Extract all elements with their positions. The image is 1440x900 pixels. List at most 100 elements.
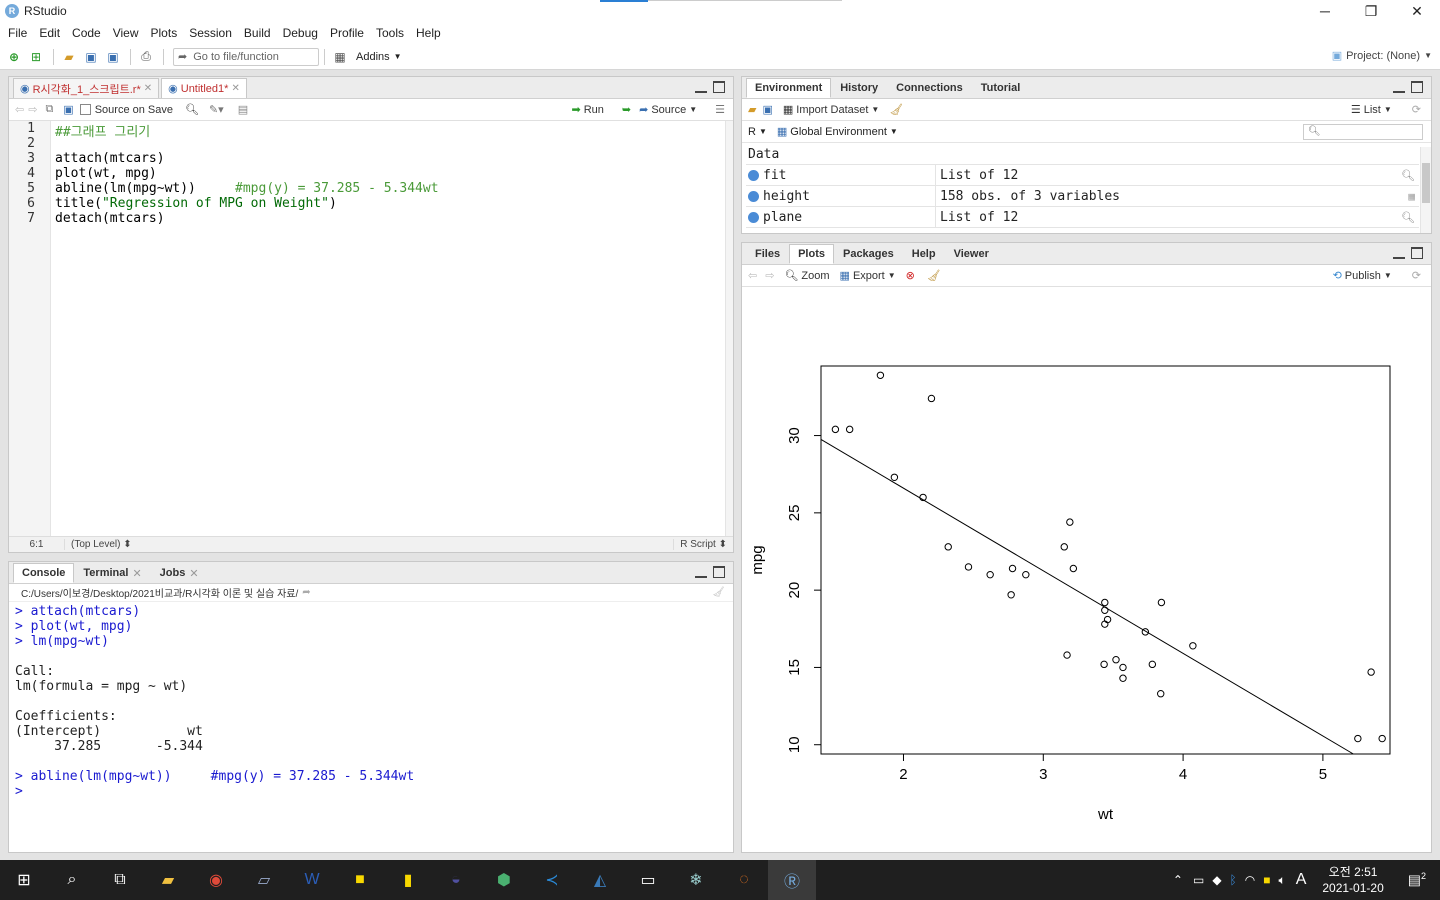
magic-wand-icon[interactable]: ✎▾ bbox=[209, 103, 224, 116]
minimize-pane-icon[interactable] bbox=[695, 566, 707, 578]
zoom-button[interactable]: 🔍︎ Zoom bbox=[784, 269, 829, 283]
go-to-directory-icon[interactable]: ➦ bbox=[302, 587, 310, 598]
language-selector[interactable]: R ▼ bbox=[748, 126, 767, 138]
search-icon[interactable]: ⌕ bbox=[48, 860, 96, 900]
word-icon[interactable]: W bbox=[288, 860, 336, 900]
menu-plots[interactable]: Plots bbox=[147, 26, 186, 40]
menu-help[interactable]: Help bbox=[412, 26, 449, 40]
remove-plot-icon[interactable]: ⊗ bbox=[906, 269, 915, 282]
outline-icon[interactable]: ☰ bbox=[715, 103, 725, 116]
expand-icon[interactable] bbox=[748, 190, 759, 202]
save-icon[interactable]: ▣ bbox=[81, 48, 101, 66]
editor-scrollbar[interactable] bbox=[725, 121, 733, 536]
menu-view[interactable]: View bbox=[109, 26, 147, 40]
kakaotalk-icon[interactable]: ■ bbox=[336, 860, 384, 900]
snowflake-icon[interactable]: ❄ bbox=[672, 860, 720, 900]
menu-session[interactable]: Session bbox=[185, 26, 240, 40]
show-in-window-icon[interactable]: ⧉ bbox=[45, 103, 53, 116]
compile-report-icon[interactable]: ▤ bbox=[238, 103, 248, 116]
menu-build[interactable]: Build bbox=[240, 26, 279, 40]
code-line-7[interactable]: detach(mtcars) bbox=[55, 211, 165, 226]
expand-icon[interactable] bbox=[748, 169, 759, 181]
minimize-button[interactable]: ─ bbox=[1302, 0, 1348, 22]
sticky-notes-icon[interactable]: ▮ bbox=[384, 860, 432, 900]
code-line-3[interactable]: attach(mtcars) bbox=[55, 151, 165, 166]
search-icon[interactable]: 🔍︎ bbox=[1401, 169, 1415, 182]
clock[interactable]: 오전 2:51 2021-01-20 bbox=[1312, 864, 1393, 896]
list-view-button[interactable]: ☰ List ▼ bbox=[1351, 103, 1392, 117]
clear-console-icon[interactable]: 🧹︎ bbox=[712, 587, 725, 598]
tab-help[interactable]: Help bbox=[903, 244, 945, 264]
show-hidden-icon[interactable]: ⌃ bbox=[1167, 873, 1189, 887]
tab-console[interactable]: Console bbox=[13, 563, 75, 583]
search-icon[interactable]: 🔍︎ bbox=[185, 103, 199, 116]
maximize-pane-icon[interactable] bbox=[1411, 247, 1423, 259]
task-view-icon[interactable]: ⧉ bbox=[96, 860, 144, 900]
publish-button[interactable]: ⟲ Publish ▼ bbox=[1333, 269, 1392, 283]
maximize-button[interactable]: ❐ bbox=[1348, 0, 1394, 22]
scope-selector[interactable]: (Top Level) ⬍ bbox=[65, 539, 132, 550]
maximize-pane-icon[interactable] bbox=[713, 81, 725, 93]
start-icon[interactable]: ⊞ bbox=[0, 860, 48, 900]
code-line-6[interactable]: title("Regression of MPG on Weight") bbox=[55, 196, 337, 211]
close-tab-icon[interactable]: ✕ bbox=[132, 567, 141, 580]
chrome-icon[interactable]: ◉ bbox=[192, 860, 240, 900]
vscode-icon[interactable]: ≺ bbox=[528, 860, 576, 900]
export-button[interactable]: ▦ Export ▼ bbox=[840, 269, 896, 283]
tab-history[interactable]: History bbox=[831, 78, 887, 98]
load-workspace-icon[interactable]: ▰ bbox=[748, 103, 756, 116]
minimize-pane-icon[interactable] bbox=[1393, 81, 1405, 93]
maps-icon[interactable]: ⬢ bbox=[480, 860, 528, 900]
environment-search-input[interactable]: 🔍︎ bbox=[1303, 123, 1423, 140]
notepad-icon[interactable]: ▱ bbox=[240, 860, 288, 900]
clear-plots-icon[interactable]: 🧹︎ bbox=[927, 269, 941, 282]
mysql-workbench-icon[interactable]: ◭ bbox=[576, 860, 624, 900]
file-type-selector[interactable]: R Script ⬍ bbox=[673, 539, 727, 550]
back-arrow-icon[interactable]: ⇦ bbox=[15, 103, 24, 116]
clear-objects-icon[interactable]: 🧹︎ bbox=[889, 103, 903, 116]
tab-files[interactable]: Files bbox=[746, 244, 789, 264]
terminal-icon[interactable]: ▭ bbox=[624, 860, 672, 900]
editor-tab-script[interactable]: ◉ R시각화_1_스크립트.r* ✕ bbox=[13, 78, 160, 98]
maximize-pane-icon[interactable] bbox=[713, 566, 725, 578]
minimize-pane-icon[interactable] bbox=[695, 81, 707, 93]
run-button[interactable]: ➡ Run bbox=[572, 103, 604, 117]
table-row[interactable]: fit List of 12 🔍︎ bbox=[746, 165, 1419, 186]
new-file-icon[interactable]: ⊕ bbox=[4, 48, 24, 66]
addins-menu[interactable]: Addins bbox=[356, 51, 390, 63]
kakaotalk-tray-icon[interactable]: ■ bbox=[1259, 873, 1274, 887]
grid-layout-icon[interactable]: ▦ bbox=[330, 48, 350, 66]
network-drive-icon[interactable]: ◆ bbox=[1208, 873, 1225, 887]
tab-plots[interactable]: Plots bbox=[789, 244, 834, 264]
wifi-icon[interactable]: ◠ bbox=[1241, 873, 1259, 887]
battery-icon[interactable]: ▭ bbox=[1189, 873, 1208, 887]
refresh-icon[interactable]: ⟳ bbox=[1412, 103, 1421, 116]
search-icon[interactable]: 🔍︎ bbox=[1401, 211, 1415, 224]
notification-icon[interactable]: ▤2 bbox=[1394, 871, 1440, 889]
new-project-icon[interactable]: ⊞ bbox=[26, 48, 46, 66]
forward-arrow-icon[interactable]: ⇨ bbox=[765, 269, 774, 282]
tab-viewer[interactable]: Viewer bbox=[945, 244, 998, 264]
rstudio-taskbar-icon[interactable]: Ⓡ bbox=[768, 860, 816, 900]
tab-environment[interactable]: Environment bbox=[746, 78, 832, 98]
console-input[interactable]: > bbox=[15, 784, 31, 799]
minimize-pane-icon[interactable] bbox=[1393, 247, 1405, 259]
code-line-1[interactable]: ##그래프 그리기 bbox=[55, 121, 150, 140]
file-explorer-icon[interactable]: ▰ bbox=[144, 860, 192, 900]
close-tab-icon[interactable]: ✕ bbox=[144, 83, 152, 94]
environment-scrollbar[interactable] bbox=[1420, 147, 1431, 233]
eclipse-icon[interactable]: ◒ bbox=[432, 860, 480, 900]
grid-view-icon[interactable]: ▦ bbox=[1408, 190, 1415, 203]
save-workspace-icon[interactable]: ▣ bbox=[762, 103, 772, 116]
print-icon[interactable]: ⎙ bbox=[136, 48, 156, 66]
source-on-save-checkbox[interactable] bbox=[79, 104, 91, 115]
open-file-icon[interactable]: ▰ bbox=[59, 48, 79, 66]
close-tab-icon[interactable]: ✕ bbox=[231, 83, 239, 94]
tab-connections[interactable]: Connections bbox=[887, 78, 972, 98]
import-dataset-button[interactable]: ▦ Import Dataset ▼ bbox=[783, 103, 879, 117]
editor-tab-untitled[interactable]: ◉ Untitled1* ✕ bbox=[161, 78, 247, 98]
expand-icon[interactable] bbox=[748, 211, 759, 223]
close-button[interactable]: ✕ bbox=[1394, 0, 1440, 22]
input-language[interactable]: A bbox=[1290, 871, 1313, 889]
environment-scope-selector[interactable]: ▦ Global Environment ▼ bbox=[777, 125, 898, 139]
